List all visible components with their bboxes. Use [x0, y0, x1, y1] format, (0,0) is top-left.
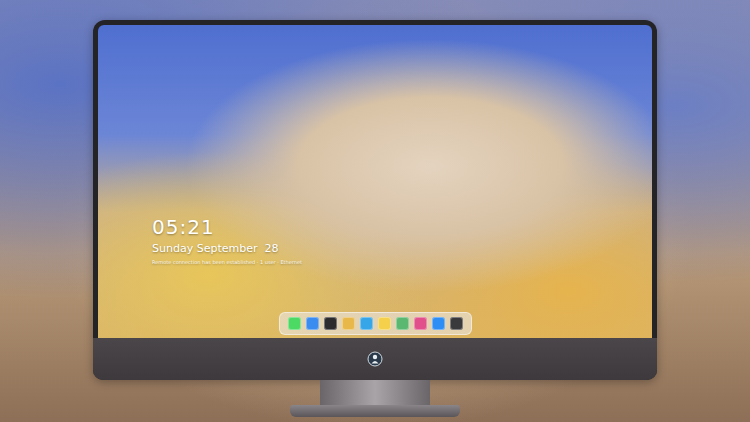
desktop-background: 05:21 Sunday September 28 Remote connectio…	[0, 0, 750, 422]
app-icon[interactable]	[432, 317, 445, 330]
monitor: 05:21 Sunday September 28 Remote connectio…	[93, 20, 657, 380]
app-icon[interactable]	[324, 317, 337, 330]
monitor-bezel: 05:21 Sunday September 28 Remote connectio…	[93, 20, 657, 338]
monitor-chin	[93, 338, 657, 380]
app-icon[interactable]	[450, 317, 463, 330]
app-icon[interactable]	[414, 317, 427, 330]
app-icon[interactable]	[378, 317, 391, 330]
app-icon[interactable]	[342, 317, 355, 330]
app-icon[interactable]	[360, 317, 373, 330]
clock-widget: 05:21 Sunday September 28 Remote connectio…	[98, 215, 652, 266]
status-line: Remote connection has been established ·…	[152, 259, 652, 266]
clock-time: 05:21	[152, 215, 652, 239]
brand-logo-icon	[367, 351, 383, 367]
monitor-stand	[320, 380, 430, 405]
app-icon[interactable]	[306, 317, 319, 330]
clock-date: Sunday September 28	[152, 242, 652, 256]
dock	[279, 312, 472, 335]
app-icon[interactable]	[288, 317, 301, 330]
app-icon[interactable]	[396, 317, 409, 330]
monitor-base	[290, 405, 460, 417]
lock-screen[interactable]: 05:21 Sunday September 28 Remote connectio…	[98, 25, 652, 338]
